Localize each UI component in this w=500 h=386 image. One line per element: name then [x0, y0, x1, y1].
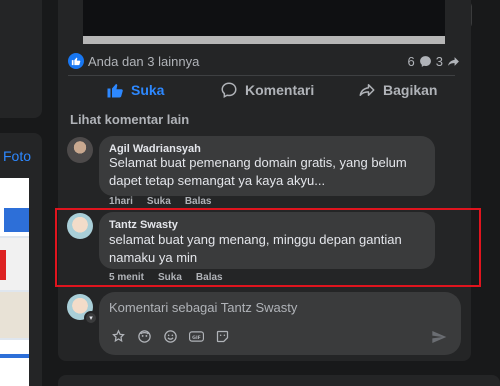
- photo-thumbnail[interactable]: [0, 238, 29, 290]
- emoji-icon[interactable]: [163, 329, 178, 344]
- share-arrow-icon: [448, 57, 459, 66]
- comment-input-placeholder: Komentari sebagai Tantz Swasty: [109, 300, 298, 315]
- sticker-icon[interactable]: [111, 329, 126, 344]
- comment-button[interactable]: Komentari: [220, 79, 314, 101]
- like-label: Suka: [131, 82, 165, 98]
- photo-thumbnail[interactable]: [0, 178, 29, 236]
- avatar[interactable]: [67, 137, 93, 163]
- comment-bubble-icon: [419, 56, 431, 67]
- highlight-box: [55, 208, 481, 287]
- photo-thumbnail[interactable]: [0, 340, 29, 386]
- post-image[interactable]: [83, 0, 445, 44]
- sticker-face-icon[interactable]: [215, 329, 230, 344]
- share-label: Bagikan: [383, 82, 438, 98]
- send-icon[interactable]: [431, 329, 447, 345]
- reactions-summary[interactable]: Anda dan 3 lainnya: [88, 54, 199, 69]
- share-button[interactable]: Bagikan: [358, 79, 437, 101]
- left-card: [0, 0, 42, 118]
- comment-meta: 1hari Suka Balas: [109, 196, 212, 207]
- comment-bubble: Agil Wadriansyah Selamat buat pemenang d…: [99, 136, 435, 196]
- avatar-sticker-icon[interactable]: [137, 329, 152, 344]
- share-icon: [359, 84, 375, 96]
- engagement-counts[interactable]: 6 3: [408, 54, 460, 69]
- comment-text: Selamat buat pemenang domain gratis, yan…: [109, 155, 407, 188]
- comment-label: Komentari: [245, 82, 315, 98]
- gif-icon[interactable]: GIF: [189, 329, 204, 344]
- composer-toolbar: GIF: [111, 329, 230, 344]
- see-more-comments-link[interactable]: Lihat komentar lain: [70, 112, 189, 127]
- comment-timestamp[interactable]: 1hari: [109, 196, 133, 207]
- photo-thumbnails[interactable]: [0, 178, 29, 386]
- post-action-bar: Suka Komentari Bagikan: [68, 79, 455, 101]
- comment-reply-button[interactable]: Balas: [185, 196, 212, 207]
- photos-link[interactable]: Foto: [3, 148, 31, 164]
- comment-like-button[interactable]: Suka: [147, 196, 171, 207]
- svg-text:GIF: GIF: [192, 335, 201, 341]
- photo-thumbnail[interactable]: [0, 292, 29, 338]
- next-post-card: [58, 375, 500, 386]
- comment-icon: [221, 82, 237, 99]
- like-reaction-icon: [68, 53, 84, 69]
- reactions-row[interactable]: Anda dan 3 lainnya 6 3: [68, 53, 464, 69]
- comment-count[interactable]: 6: [408, 54, 415, 69]
- divider: [68, 75, 455, 76]
- comment-input[interactable]: Komentari sebagai Tantz Swasty GIF: [99, 292, 461, 355]
- chevron-down-icon[interactable]: ▾: [84, 311, 98, 325]
- thumbs-up-icon: [107, 84, 123, 98]
- like-button[interactable]: Suka: [106, 79, 164, 101]
- share-count[interactable]: 3: [436, 54, 443, 69]
